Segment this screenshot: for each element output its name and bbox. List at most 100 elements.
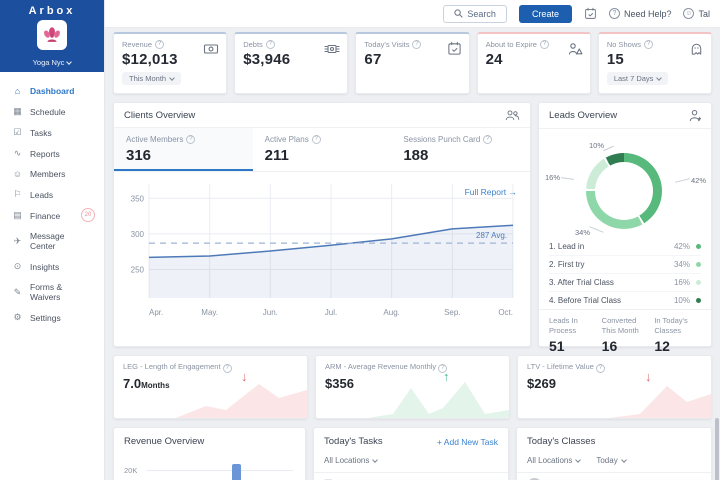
help-icon[interactable]: ? xyxy=(644,40,653,49)
legend-row-before-trial-class[interactable]: 4. Before Trial Class 10% xyxy=(549,292,701,309)
sidebar-item-leads[interactable]: ⚐ Leads xyxy=(0,184,104,205)
divider xyxy=(517,472,711,473)
classes-location-dropdown[interactable]: All Locations xyxy=(527,456,582,465)
chevron-down-icon xyxy=(575,456,582,463)
help-icon: ? xyxy=(311,135,321,144)
todays-tasks-panel: Today's Tasks + Add New Task All Locatio… xyxy=(313,427,509,480)
svg-text:350: 350 xyxy=(131,194,145,203)
settings-icon: ⚙ xyxy=(13,312,22,322)
clients-overview-title: Clients Overview xyxy=(124,109,196,121)
tab-sessions-punch-card[interactable]: Sessions Punch Card? 188 xyxy=(391,128,530,171)
stat-converted-this-month: Converted This Month 16 xyxy=(601,316,639,354)
todays-classes-panel: Today's Classes All Locations Today Asht… xyxy=(516,427,712,480)
metric-card-leg: LEG - Length of Engagement ? 7.0Months ↓ xyxy=(113,355,308,419)
donut-label: 16% xyxy=(545,173,561,182)
donut-label: 42% xyxy=(690,176,706,185)
help-icon[interactable]: ? xyxy=(155,40,165,49)
chevron-down-icon xyxy=(372,456,379,463)
chevron-down-icon xyxy=(620,456,627,463)
sidebar-item-reports[interactable]: ∿ Reports xyxy=(0,143,104,164)
help-icon[interactable]: ? xyxy=(595,364,605,373)
sidebar-item-tasks[interactable]: ☑ Tasks xyxy=(0,122,104,143)
arm-sparkline xyxy=(368,382,509,418)
need-help-label: Need Help? xyxy=(623,8,672,19)
no-shows-period-dropdown[interactable]: Last 7 Days xyxy=(606,72,669,85)
donut-connector xyxy=(603,145,614,152)
chevron-down-icon xyxy=(656,74,663,81)
help-icon[interactable]: ? xyxy=(412,40,422,49)
location-switcher[interactable]: Yoga Nyc xyxy=(33,58,73,67)
insights-icon: ⊙ xyxy=(13,261,22,271)
create-button[interactable]: Create xyxy=(518,4,572,23)
tab-active-members[interactable]: Active Members? 316 xyxy=(114,128,253,171)
help-icon[interactable]: ? xyxy=(222,364,232,373)
help-icon[interactable]: ? xyxy=(539,40,549,49)
sidebar: Arbox Yoga Nyc ⌂ Dashboard ▦ Schedule ☑ Tasks… xyxy=(0,0,105,480)
revenue-overview-title: Revenue Overview xyxy=(124,436,205,447)
leads-donut-chart: 42% 34% 16% 10% xyxy=(539,129,711,237)
full-report-link[interactable]: Full Report → xyxy=(465,187,517,197)
ghost-icon xyxy=(691,43,702,55)
kpi-label: Revenue xyxy=(122,40,153,49)
clients-overview-panel: Clients Overview Active Members? 316 Act… xyxy=(113,102,531,347)
finance-icon: ▤ xyxy=(13,210,22,220)
svg-text:Aug.: Aug. xyxy=(383,308,399,317)
tab-value: 316 xyxy=(126,147,152,164)
sidebar-item-schedule[interactable]: ▦ Schedule xyxy=(0,101,104,122)
user-name: Tal xyxy=(698,8,710,19)
scrollbar-thumb[interactable] xyxy=(715,418,719,480)
todays-classes-title: Today's Classes xyxy=(527,436,596,447)
main-content: Revenue? $12,013 This Month Debts? $3,94… xyxy=(105,28,720,480)
cash-icon xyxy=(204,44,219,54)
tasks-location-dropdown[interactable]: All Locations xyxy=(324,456,379,465)
sidebar-item-insights[interactable]: ⊙ Insights xyxy=(0,256,104,277)
revenue-overview-panel: Revenue Overview 20K xyxy=(113,427,306,480)
help-icon[interactable]: ? xyxy=(265,40,275,49)
metric-row: LEG - Length of Engagement ? 7.0Months ↓… xyxy=(113,355,712,419)
sidebar-item-message-center[interactable]: ✈ Message Center xyxy=(0,226,104,256)
topbar: Search Create ? Need Help? ☺ Tal xyxy=(105,0,720,28)
sidebar-item-forms-waivers[interactable]: ✎ Forms & Waivers xyxy=(0,277,104,307)
sidebar-item-dashboard[interactable]: ⌂ Dashboard xyxy=(0,81,104,101)
search-button[interactable]: Search xyxy=(443,4,507,23)
leads-overview-title: Leads Overview xyxy=(549,110,618,121)
tab-active-plans[interactable]: Active Plans? 211 xyxy=(253,128,392,171)
sidebar-menu: ⌂ Dashboard ▦ Schedule ☑ Tasks ∿ Reports ☺ Member… xyxy=(0,72,104,328)
svg-text:Sep.: Sep. xyxy=(444,308,460,317)
calendar-check-icon[interactable] xyxy=(584,7,597,20)
svg-text:Apr.: Apr. xyxy=(149,308,163,317)
sidebar-item-members[interactable]: ☺ Members xyxy=(0,164,104,184)
legend-row-after-trial-class[interactable]: 3. After Trial Class 16% xyxy=(549,274,701,292)
sidebar-item-finance[interactable]: ▤ Finance 20 xyxy=(0,205,104,226)
question-icon: ? xyxy=(608,8,620,19)
add-new-task-link[interactable]: + Add New Task xyxy=(437,437,498,447)
sidebar-item-settings[interactable]: ⚙ Settings xyxy=(0,307,104,328)
need-help[interactable]: ? Need Help? xyxy=(608,8,672,19)
lotus-logo-icon xyxy=(44,27,60,42)
donut-label: 10% xyxy=(589,141,605,150)
legend-row-first-try[interactable]: 2. First try 34% xyxy=(549,256,701,274)
classes-day-dropdown[interactable]: Today xyxy=(596,456,627,465)
kpi-label: No Shows xyxy=(606,40,641,49)
revenue-period-dropdown[interactable]: This Month xyxy=(122,72,182,85)
donut-connector xyxy=(560,177,575,180)
dashboard-icon: ⌂ xyxy=(14,86,21,96)
legend-row-lead-in[interactable]: 1. Lead in 42% xyxy=(549,238,701,256)
leads-stats: Leads In Process 51 Converted This Month… xyxy=(539,309,711,354)
kpi-card-debts: Debts? $3,946 xyxy=(234,32,349,94)
overview-row: Clients Overview Active Members? 316 Act… xyxy=(113,102,712,354)
svg-text:May.: May. xyxy=(201,308,218,317)
user-menu[interactable]: ☺ Tal xyxy=(683,8,710,19)
revenue-bar xyxy=(232,464,241,480)
tab-value: 211 xyxy=(264,147,289,164)
member-expire-icon xyxy=(568,43,583,55)
tasks-icon: ☑ xyxy=(13,127,22,137)
svg-text:Oct.: Oct. xyxy=(498,308,513,317)
svg-text:Jul.: Jul. xyxy=(325,308,337,317)
metric-card-ltv: LTV - Lifetime Value ? $269 ↓ xyxy=(517,355,712,419)
chevron-down-icon xyxy=(169,74,175,81)
money-wings-icon xyxy=(324,44,340,54)
leads-overview-panel: Leads Overview 42% 34% 16% 10% 1. Lead in 42… xyxy=(538,102,712,354)
legend-dot xyxy=(696,280,701,285)
kpi-card-todays-visits: Today's Visits? 67 xyxy=(355,32,470,94)
